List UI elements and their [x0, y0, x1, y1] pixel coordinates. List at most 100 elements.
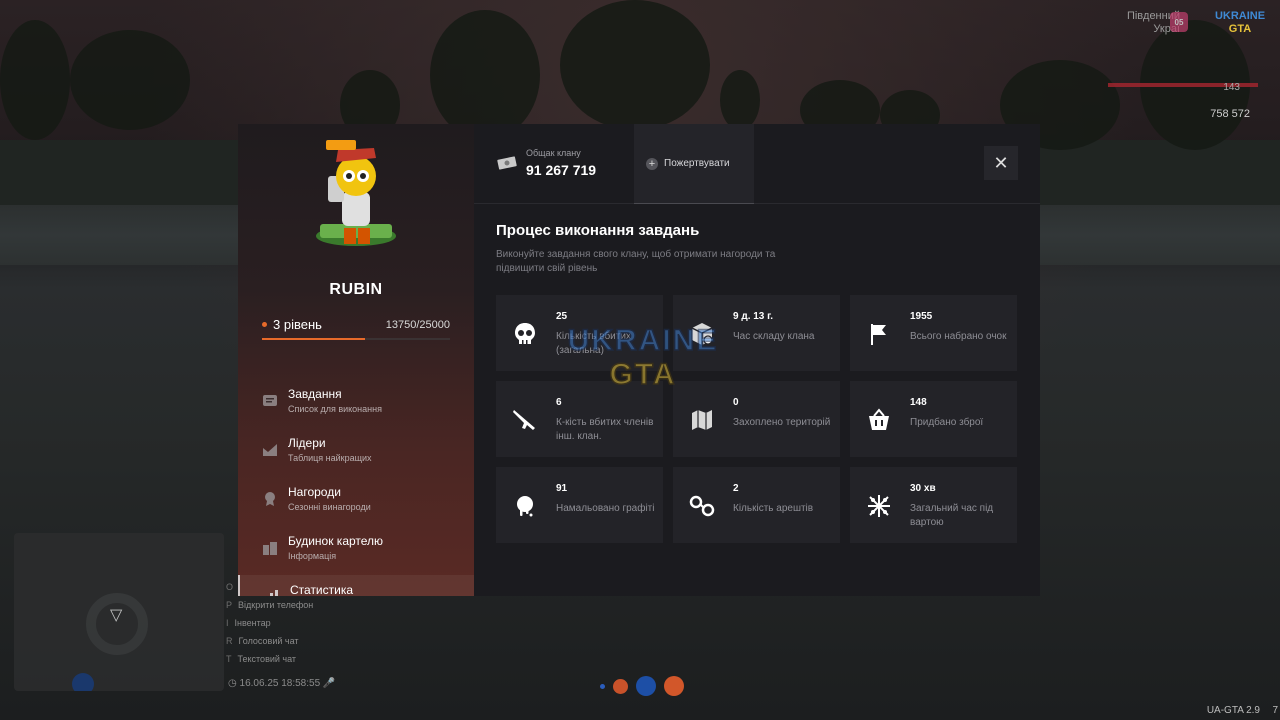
house-icon [263, 542, 277, 555]
flag-icon [864, 319, 894, 349]
indicator-dot [613, 678, 628, 694]
menu-item-title: Лідери [288, 436, 326, 450]
stat-card-arrests: 2 Кількість арештів [673, 467, 840, 543]
rifle-icon [510, 405, 540, 435]
tasks-icon [263, 395, 277, 406]
hotkey-label: Голосовий чат [238, 636, 299, 646]
minimap: ▽ [14, 533, 224, 691]
stat-card-weapons: 148 Придбано зброї [850, 381, 1017, 457]
clan-avatar [316, 140, 396, 246]
stat-card-kills: 25 Кількість вбитих (загальна) [496, 295, 663, 371]
level-label: 3 рівень [273, 317, 322, 332]
cash-icon [497, 156, 517, 170]
handcuffs-icon [687, 491, 717, 521]
map-icon [687, 405, 717, 435]
voice-indicator [600, 676, 684, 696]
stat-value: 0 [733, 397, 739, 408]
stat-label: Кількість вбитих (загальна) [556, 331, 631, 356]
game-version-extra: 7 [1272, 705, 1278, 716]
menu-item-title: Нагороди [288, 485, 341, 499]
bank-value: 91 267 719 [526, 162, 597, 178]
tree [560, 0, 710, 130]
hotkey-row: T Текстовий чат [226, 650, 313, 668]
stats-grid: 25 Кількість вбитих (загальна) 9 д. 13 г… [496, 295, 1017, 543]
menu-item-subtitle: Сезонні винагороди [288, 502, 371, 512]
hotkey-label: Текстовий чат [237, 654, 297, 664]
close-button[interactable]: ✕ [984, 146, 1018, 180]
menu-item-subtitle: Таблиця найкращих [288, 453, 372, 463]
level-progress-fill [262, 338, 366, 340]
indicator-dot [636, 676, 656, 696]
hotkey-key: R [226, 636, 233, 646]
donate-button[interactable]: + Пожертвувати [634, 124, 754, 204]
menu-item-statistics[interactable]: Статистика [238, 575, 474, 596]
player-arrow-icon: ▽ [110, 607, 123, 624]
clock-text: 16.06.25 18:58:55 [239, 678, 321, 689]
skull-icon [510, 319, 540, 349]
clan-menu: Завдання Список для виконання Лідери Таб… [238, 379, 474, 596]
hotkey-row: P Відкрити телефон [226, 596, 313, 614]
rewards-icon [265, 492, 275, 506]
level-progress-bar [262, 338, 450, 340]
menu-item-cartel-house[interactable]: Будинок картелю Інформація [238, 526, 474, 575]
clan-content: Общак клану 91 267 719 + Пожертвувати ✕ … [474, 124, 1040, 596]
game-logo: UKRAINE GTA [1214, 10, 1266, 40]
logo-text: UKRAINE [1214, 10, 1266, 22]
menu-item-leaders[interactable]: Лідери Таблиця найкращих [238, 428, 474, 477]
stat-label: Намальовано графіті [556, 503, 655, 514]
indicator-dot [664, 676, 684, 696]
hotkey-key: O [226, 582, 234, 592]
clock: ◷ 16.06.25 18:58:55 🎤 [228, 678, 336, 689]
stat-value: 25 [556, 311, 568, 322]
tree [70, 30, 190, 130]
tree [0, 20, 70, 140]
hotkey-key: I [226, 618, 229, 628]
map-marker [72, 673, 94, 691]
menu-item-title: Статистика [290, 583, 354, 596]
tree [720, 70, 760, 130]
spray-icon [510, 491, 540, 521]
menu-item-subtitle: Список для виконання [288, 404, 382, 414]
hotkey-label: Відкрити телефон [238, 600, 314, 610]
clan-sidebar: RUBIN 3 рівень 13750/25000 Завдання Спис… [238, 124, 474, 596]
stat-label: Придбано зброї [910, 417, 984, 428]
stat-value: 9 д. 13 г. [733, 311, 774, 322]
donate-label: Пожертвувати [664, 158, 730, 169]
hud-counter: 143 [1223, 82, 1240, 93]
stat-card-storage-time: 9 д. 13 г. Час складу клана [673, 295, 840, 371]
barbed-wire-icon [864, 491, 894, 521]
stat-value: 6 [556, 397, 562, 408]
stat-value: 148 [910, 397, 927, 408]
stat-card-jail-time: 30 хв Загальний час під вартою [850, 467, 1017, 543]
clan-xp: 13750/25000 [385, 319, 450, 331]
menu-item-rewards[interactable]: Нагороди Сезонні винагороди [238, 477, 474, 526]
hotkey-row: R Голосовий чат [226, 632, 313, 650]
clan-name: RUBIN [329, 281, 383, 298]
stat-value: 1955 [910, 311, 933, 322]
leaders-icon [263, 444, 277, 456]
plus-icon: + [646, 157, 658, 170]
stat-value: 91 [556, 483, 568, 494]
logo-text: GTA [1228, 23, 1252, 35]
section-description: Виконуйте завдання свого клану, щоб отри… [496, 249, 776, 274]
stat-card-graffiti: 91 Намальовано графіті [496, 467, 663, 543]
hotkey-key: P [226, 600, 233, 610]
hotkey-row: I Інвентар [226, 614, 313, 632]
stat-card-enemy-kills: 6 К-кість вбитих членів інш. клан. [496, 381, 663, 457]
game-version: UA-GTA 2.9 [1206, 705, 1260, 716]
stats-icon [270, 590, 278, 596]
level-dot [262, 322, 267, 327]
stat-label: Захоплено територій [733, 417, 831, 428]
stat-card-points: 1955 Всього набрано очок [850, 295, 1017, 371]
stat-value: 30 хв [910, 483, 936, 494]
stat-label: Всього набрано очок [910, 331, 1007, 342]
stat-label: К-кість вбитих членів інш. клан. [556, 417, 654, 442]
menu-item-tasks[interactable]: Завдання Список для виконання [238, 379, 474, 428]
stat-label: Загальний час під вартою [910, 503, 994, 528]
section-title: Процес виконання завдань [496, 222, 700, 239]
basket-icon [864, 405, 894, 435]
hotkey-label: Інвентар [234, 618, 271, 628]
stat-value: 2 [733, 483, 739, 494]
clan-topbar: Общак клану 91 267 719 + Пожертвувати ✕ [474, 124, 1040, 204]
menu-item-title: Завдання [288, 387, 342, 401]
